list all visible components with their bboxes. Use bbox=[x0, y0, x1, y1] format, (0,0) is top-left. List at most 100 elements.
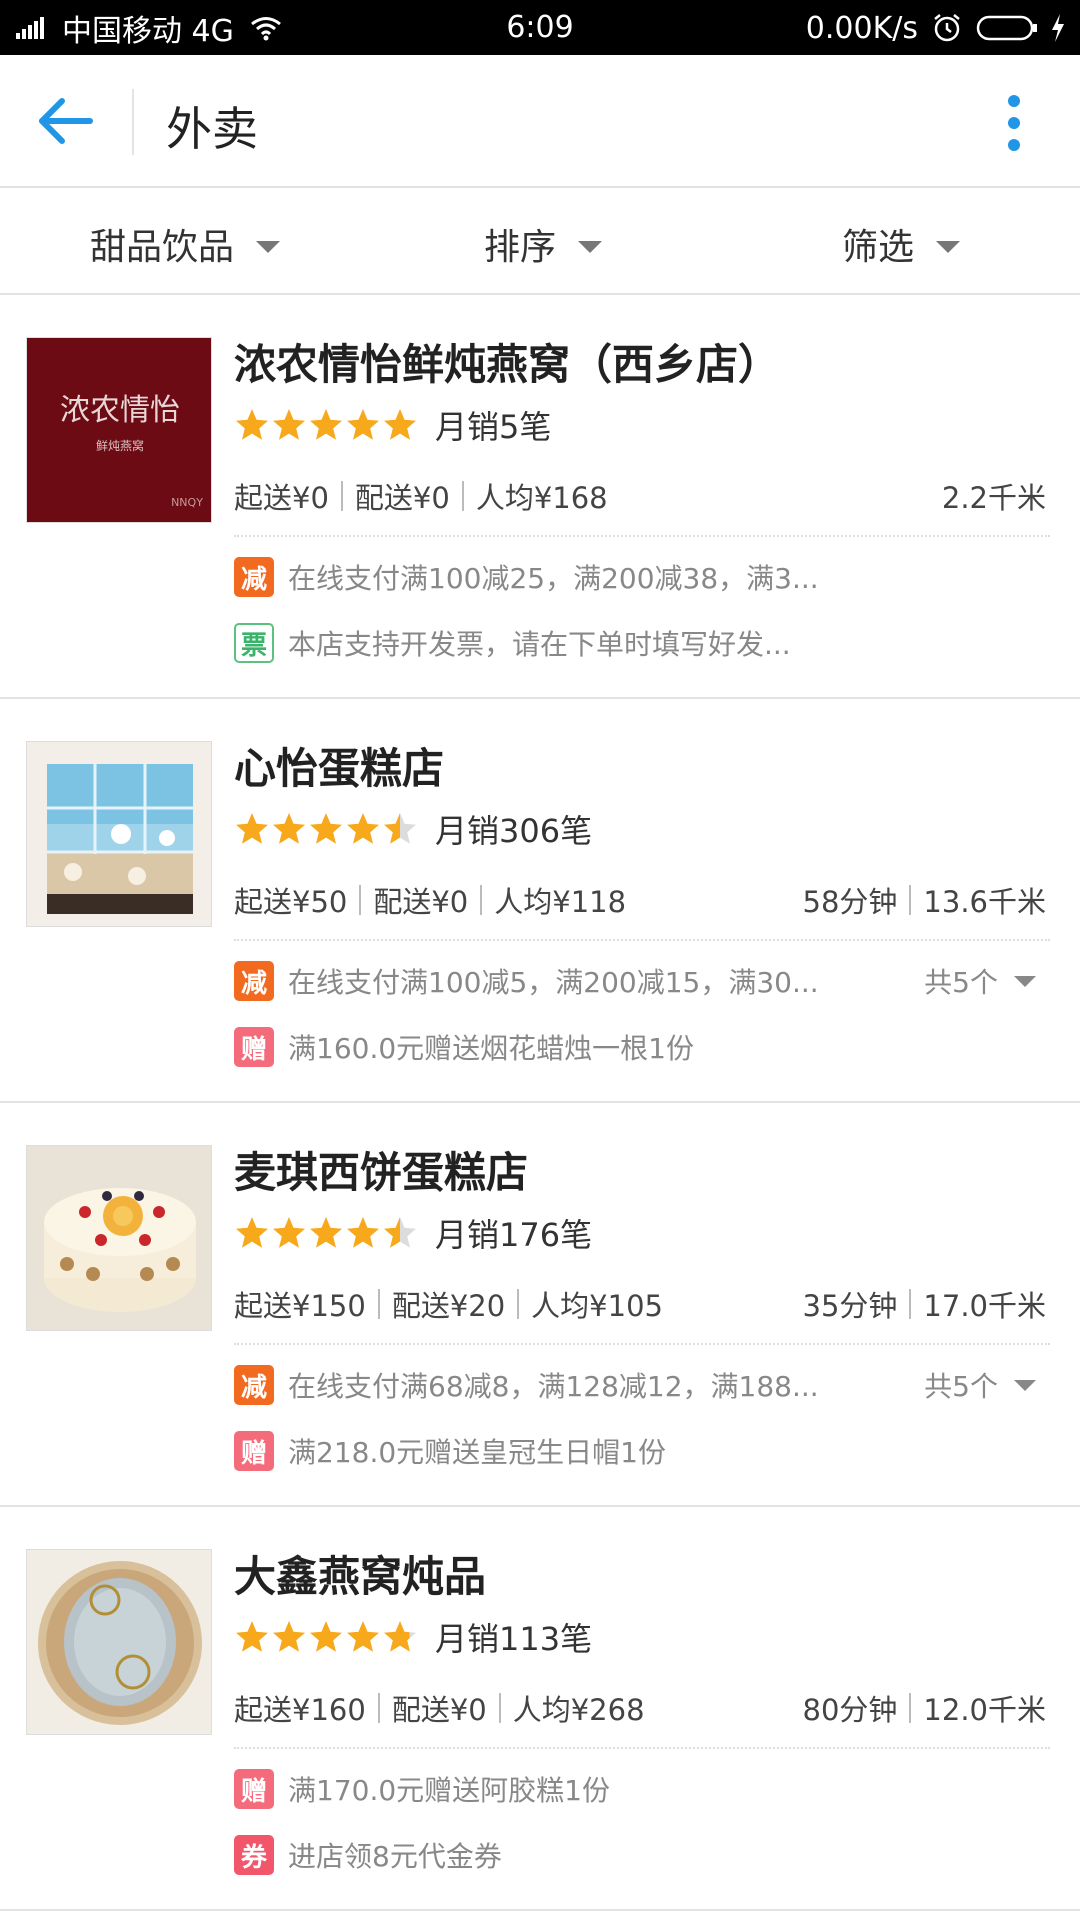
dashed-divider bbox=[234, 1343, 1050, 1345]
gift-badge: 赠 bbox=[234, 1027, 274, 1067]
rating-stars bbox=[234, 407, 419, 443]
promo-text: 满170.0元赠送阿胶糕1份 bbox=[288, 1774, 610, 1807]
star-icon bbox=[384, 1621, 416, 1652]
shop-rating: 月销176笔 bbox=[234, 1213, 593, 1254]
shop-rating: 月销113笔 bbox=[234, 1617, 592, 1658]
promo-row: 赠 满160.0元赠送烟花蜡烛一根1份 bbox=[234, 1027, 694, 1067]
star-icon bbox=[236, 409, 268, 440]
min-order: 起送¥160 bbox=[234, 1693, 366, 1727]
min-order: 起送¥0 bbox=[234, 481, 329, 515]
shop-thumbnail bbox=[26, 1145, 212, 1331]
dashed-divider bbox=[234, 1747, 1050, 1749]
distance: 12.0千米 bbox=[923, 1693, 1046, 1727]
discount-badge: 减 bbox=[234, 961, 274, 1001]
shop-meta: 起送¥0 配送¥0 人均¥168 bbox=[234, 475, 608, 517]
shop-item[interactable]: 心怡蛋糕店 月销306笔 起送¥50 配送¥0 人均¥118 58分钟 13.6… bbox=[0, 699, 1080, 1103]
invoice-badge: 票 bbox=[234, 623, 274, 663]
promo-count-toggle[interactable]: 共5个 bbox=[924, 1365, 1036, 1405]
min-order: 起送¥50 bbox=[234, 885, 348, 919]
shop-item[interactable]: 浓农情怡 鲜炖燕窝 NNQY 浓农情怡鲜炖燕窝（西乡店） 月销5笔 起送¥0 配… bbox=[0, 295, 1080, 699]
charging-icon bbox=[1052, 14, 1064, 42]
shop-name: 大鑫燕窝炖品 bbox=[234, 1552, 487, 1601]
delivery-fee: 配送¥0 bbox=[391, 1693, 487, 1727]
promo-count-toggle[interactable]: 共5个 bbox=[924, 961, 1036, 1001]
rating-stars bbox=[234, 1215, 419, 1251]
delivery-time: 58分钟 bbox=[802, 885, 898, 919]
shop-thumbnail bbox=[26, 1549, 212, 1735]
shop-distance-info: 58分钟 13.6千米 bbox=[803, 879, 1046, 921]
filter-category-dropdown[interactable]: 甜品饮品 bbox=[90, 218, 281, 270]
promo-text: 在线支付满100减25，满200减38，满3... bbox=[288, 562, 819, 595]
star-icon bbox=[273, 1217, 305, 1248]
star-icon bbox=[310, 409, 342, 440]
dashed-divider bbox=[234, 939, 1050, 941]
star-icon bbox=[384, 409, 416, 440]
delivery-fee: 配送¥0 bbox=[373, 885, 469, 919]
shop-list: 浓农情怡 鲜炖燕窝 NNQY 浓农情怡鲜炖燕窝（西乡店） 月销5笔 起送¥0 配… bbox=[0, 295, 1080, 1911]
app-bar: 外卖 bbox=[0, 55, 1080, 188]
star-icon bbox=[384, 1217, 416, 1248]
alarm-icon bbox=[934, 14, 960, 42]
promo-text: 进店领8元代金券 bbox=[288, 1840, 502, 1873]
distance: 2.2千米 bbox=[941, 481, 1046, 515]
star-icon bbox=[384, 813, 416, 844]
delivery-fee: 配送¥20 bbox=[391, 1289, 506, 1323]
distance: 13.6千米 bbox=[923, 885, 1046, 919]
dropdown-arrow-icon bbox=[256, 241, 281, 253]
discount-badge: 减 bbox=[234, 1365, 274, 1405]
star-icon bbox=[310, 813, 342, 844]
shop-item[interactable]: 大鑫燕窝炖品 月销113笔 起送¥160 配送¥0 人均¥268 80分钟 12… bbox=[0, 1507, 1080, 1911]
logo-text: 浓农情怡 bbox=[60, 393, 180, 428]
dropdown-arrow-icon bbox=[936, 241, 961, 253]
promo-row: 券 进店领8元代金券 bbox=[234, 1835, 502, 1875]
star-icon bbox=[273, 813, 305, 844]
filter-category-label: 甜品饮品 bbox=[90, 227, 235, 268]
expand-arrow-icon bbox=[1014, 1379, 1036, 1391]
shop-name: 麦琪西饼蛋糕店 bbox=[234, 1148, 529, 1197]
promo-row: 减 在线支付满68减8，满128减12，满188... bbox=[234, 1365, 819, 1405]
shop-rating: 月销306笔 bbox=[234, 809, 592, 850]
net-speed: 0.00K/s bbox=[805, 10, 918, 46]
expand-arrow-icon bbox=[1014, 975, 1036, 987]
filter-sort-label: 排序 bbox=[484, 227, 557, 268]
rating-stars bbox=[234, 811, 419, 847]
voucher-badge: 券 bbox=[234, 1835, 274, 1875]
promo-row: 票 本店支持开发票，请在下单时填写好发... bbox=[234, 623, 791, 663]
battery-icon bbox=[976, 15, 1037, 41]
promo-count: 共5个 bbox=[924, 1370, 998, 1403]
filter-sort-dropdown[interactable]: 排序 bbox=[484, 218, 603, 270]
per-person-price: 人均¥168 bbox=[475, 481, 608, 515]
more-options-icon[interactable] bbox=[1000, 93, 1028, 153]
promo-text: 满160.0元赠送烟花蜡烛一根1份 bbox=[288, 1032, 694, 1065]
star-icon bbox=[236, 1621, 268, 1652]
shop-item[interactable]: 麦琪西饼蛋糕店 月销176笔 起送¥150 配送¥20 人均¥105 35分钟 … bbox=[0, 1103, 1080, 1507]
promo-text: 在线支付满100减5，满200减15，满30... bbox=[288, 966, 819, 999]
shop-name: 浓农情怡鲜炖燕窝（西乡店） bbox=[234, 340, 781, 389]
distance: 17.0千米 bbox=[923, 1289, 1046, 1323]
logo-subtext: 鲜炖燕窝 bbox=[96, 438, 144, 453]
shop-rating: 月销5笔 bbox=[234, 405, 551, 446]
filter-screen-dropdown[interactable]: 筛选 bbox=[842, 218, 961, 270]
page-title: 外卖 bbox=[166, 102, 258, 156]
shop-distance-info: 2.2千米 bbox=[942, 475, 1046, 517]
back-arrow-icon[interactable] bbox=[36, 93, 96, 149]
promo-text: 在线支付满68减8，满128减12，满188... bbox=[288, 1370, 819, 1403]
filter-bar: 甜品饮品 排序 筛选 bbox=[0, 188, 1080, 295]
promo-text: 满218.0元赠送皇冠生日帽1份 bbox=[288, 1436, 666, 1469]
star-icon bbox=[236, 813, 268, 844]
star-icon bbox=[236, 1217, 268, 1248]
logo-tag: NNQY bbox=[171, 496, 203, 509]
star-icon bbox=[347, 409, 379, 440]
per-person-price: 人均¥118 bbox=[494, 885, 627, 919]
star-icon bbox=[347, 1217, 379, 1248]
shop-distance-info: 80分钟 12.0千米 bbox=[803, 1687, 1046, 1729]
shop-meta: 起送¥150 配送¥20 人均¥105 bbox=[234, 1283, 663, 1325]
star-icon bbox=[273, 1621, 305, 1652]
promo-text: 本店支持开发票，请在下单时填写好发... bbox=[288, 628, 791, 661]
monthly-sales: 月销176笔 bbox=[435, 1216, 593, 1254]
star-icon bbox=[347, 813, 379, 844]
shop-distance-info: 35分钟 17.0千米 bbox=[803, 1283, 1046, 1325]
shop-meta: 起送¥160 配送¥0 人均¥268 bbox=[234, 1687, 645, 1729]
gift-badge: 赠 bbox=[234, 1431, 274, 1471]
promo-count: 共5个 bbox=[924, 966, 998, 999]
